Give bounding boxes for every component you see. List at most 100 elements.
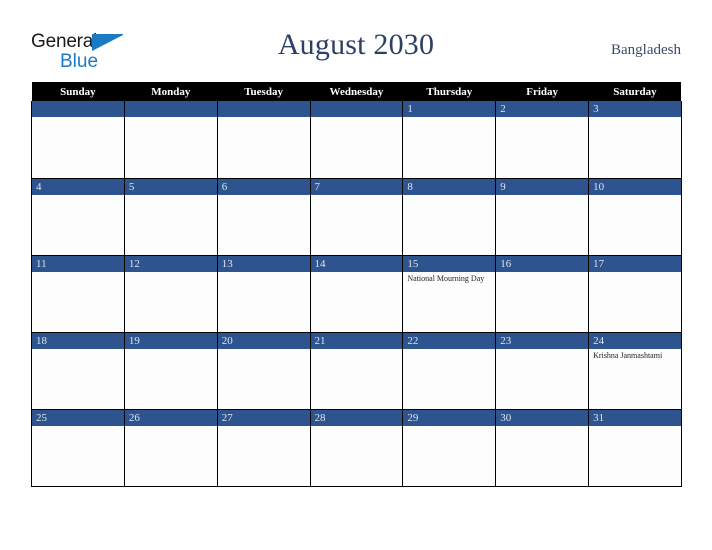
day-cell-4[interactable]: 4 (31, 178, 125, 256)
day-number: 25 (32, 409, 124, 426)
day-cell-content: 18 (32, 332, 124, 409)
day-cell-content (32, 101, 124, 178)
day-cell-1[interactable]: 1 (402, 101, 497, 179)
day-cell-24[interactable]: 24 Krishna Janmashtami (588, 332, 682, 410)
day-number (32, 101, 124, 117)
day-cell-content: 13 (217, 255, 310, 332)
day-cell-28[interactable]: 28 (309, 409, 404, 487)
page-header: General Blue August 2030 Bangladesh (31, 26, 681, 76)
day-cell-content: 30 (496, 409, 589, 486)
day-number: 22 (403, 332, 496, 349)
day-cell-content: 5 (124, 178, 217, 255)
day-number: 1 (403, 101, 496, 117)
weekday-header-friday: Friday (495, 82, 589, 101)
day-cell-19[interactable]: 19 (123, 332, 218, 410)
day-number: 29 (403, 409, 496, 426)
day-number: 27 (217, 409, 310, 426)
day-cell-content: 23 (496, 332, 589, 409)
day-number: 21 (310, 332, 403, 349)
day-number: 13 (217, 255, 310, 272)
day-number: 5 (124, 178, 217, 195)
day-cell-21[interactable]: 21 (309, 332, 404, 410)
day-cell-10[interactable]: 10 (588, 178, 682, 256)
day-cell-6[interactable]: 6 (216, 178, 311, 256)
day-cell-content: 26 (124, 409, 217, 486)
weekday-header-saturday: Saturday (588, 82, 682, 101)
day-number: 26 (124, 409, 217, 426)
day-cell-18[interactable]: 18 (31, 332, 125, 410)
day-cell-27[interactable]: 27 (216, 409, 311, 487)
day-number: 19 (124, 332, 217, 349)
day-number: 11 (32, 255, 124, 272)
day-cell-content: 7 (310, 178, 403, 255)
day-cell-29[interactable]: 29 (402, 409, 497, 487)
day-number: 15 (403, 255, 496, 272)
day-number: 9 (496, 178, 589, 195)
day-cell-content (124, 101, 217, 178)
day-cell-30[interactable]: 30 (495, 409, 590, 487)
day-cell-content: 20 (217, 332, 310, 409)
day-cell-content: 12 (124, 255, 217, 332)
day-cell-16[interactable]: 16 (495, 255, 590, 333)
day-number (310, 101, 403, 117)
day-cell-content: 3 (589, 101, 681, 178)
day-cell-content: 14 (310, 255, 403, 332)
holiday-event-label: National Mourning Day (407, 273, 485, 283)
day-cell-content: 10 (589, 178, 681, 255)
day-cell-content: 8 (403, 178, 496, 255)
day-cell-3[interactable]: 3 (588, 101, 682, 179)
calendar-week-row: 4 5 6 7 8 9 10 (31, 178, 682, 256)
day-cell-content: 19 (124, 332, 217, 409)
day-number: 10 (589, 178, 681, 195)
day-cell-content: 2 (496, 101, 589, 178)
day-cell-31[interactable]: 31 (588, 409, 682, 487)
day-cell-13[interactable]: 13 (216, 255, 311, 333)
day-events: National Mourning Day (403, 272, 495, 284)
day-cell-11[interactable]: 11 (31, 255, 125, 333)
day-number: 6 (217, 178, 310, 195)
day-cell-content (217, 101, 310, 178)
day-number: 17 (589, 255, 681, 272)
day-cell-5[interactable]: 5 (123, 178, 218, 256)
page-title: August 2030 (277, 28, 435, 61)
calendar-week-row: 18 19 20 21 22 23 24 Krishna Janmashtami (31, 332, 682, 410)
day-number: 7 (310, 178, 403, 195)
day-cell-2[interactable]: 2 (495, 101, 590, 179)
day-cell-content: 16 (496, 255, 589, 332)
day-cell-15[interactable]: 15 National Mourning Day (402, 255, 497, 333)
day-cell-23[interactable]: 23 (495, 332, 590, 410)
day-number: 24 (589, 332, 681, 349)
day-events: Krishna Janmashtami (589, 349, 681, 361)
day-cell-26[interactable]: 26 (123, 409, 218, 487)
weekday-header-thursday: Thursday (402, 82, 496, 101)
day-cell-content: 21 (310, 332, 403, 409)
day-cell-22[interactable]: 22 (402, 332, 497, 410)
day-cell-content: 15 National Mourning Day (403, 255, 496, 332)
day-cell-empty (123, 101, 218, 179)
day-cell-12[interactable]: 12 (123, 255, 218, 333)
day-cell-20[interactable]: 20 (216, 332, 311, 410)
calendar-body: 1 2 3 4 5 6 7 8 9 10 11 12 13 14 15 National Mourning D… (31, 101, 682, 487)
day-cell-content: 24 Krishna Janmashtami (589, 332, 681, 409)
day-cell-8[interactable]: 8 (402, 178, 497, 256)
day-cell-content: 29 (403, 409, 496, 486)
calendar-week-row: 25 26 27 28 29 30 31 (31, 409, 682, 487)
day-number: 30 (496, 409, 589, 426)
day-cell-17[interactable]: 17 (588, 255, 682, 333)
day-cell-content: 11 (32, 255, 124, 332)
day-number: 31 (589, 409, 681, 426)
calendar-table: Sunday Monday Tuesday Wednesday Thursday Frid… (31, 82, 682, 487)
day-cell-content: 28 (310, 409, 403, 486)
day-cell-content: 6 (217, 178, 310, 255)
day-number: 3 (589, 101, 681, 117)
day-cell-14[interactable]: 14 (309, 255, 404, 333)
day-cell-7[interactable]: 7 (309, 178, 404, 256)
day-cell-25[interactable]: 25 (31, 409, 125, 487)
day-cell-content: 27 (217, 409, 310, 486)
calendar-header-row: Sunday Monday Tuesday Wednesday Thursday Frid… (31, 82, 682, 101)
day-cell-9[interactable]: 9 (495, 178, 590, 256)
weekday-header-monday: Monday (124, 82, 218, 101)
day-number: 23 (496, 332, 589, 349)
day-cell-content: 9 (496, 178, 589, 255)
day-number (124, 101, 217, 117)
